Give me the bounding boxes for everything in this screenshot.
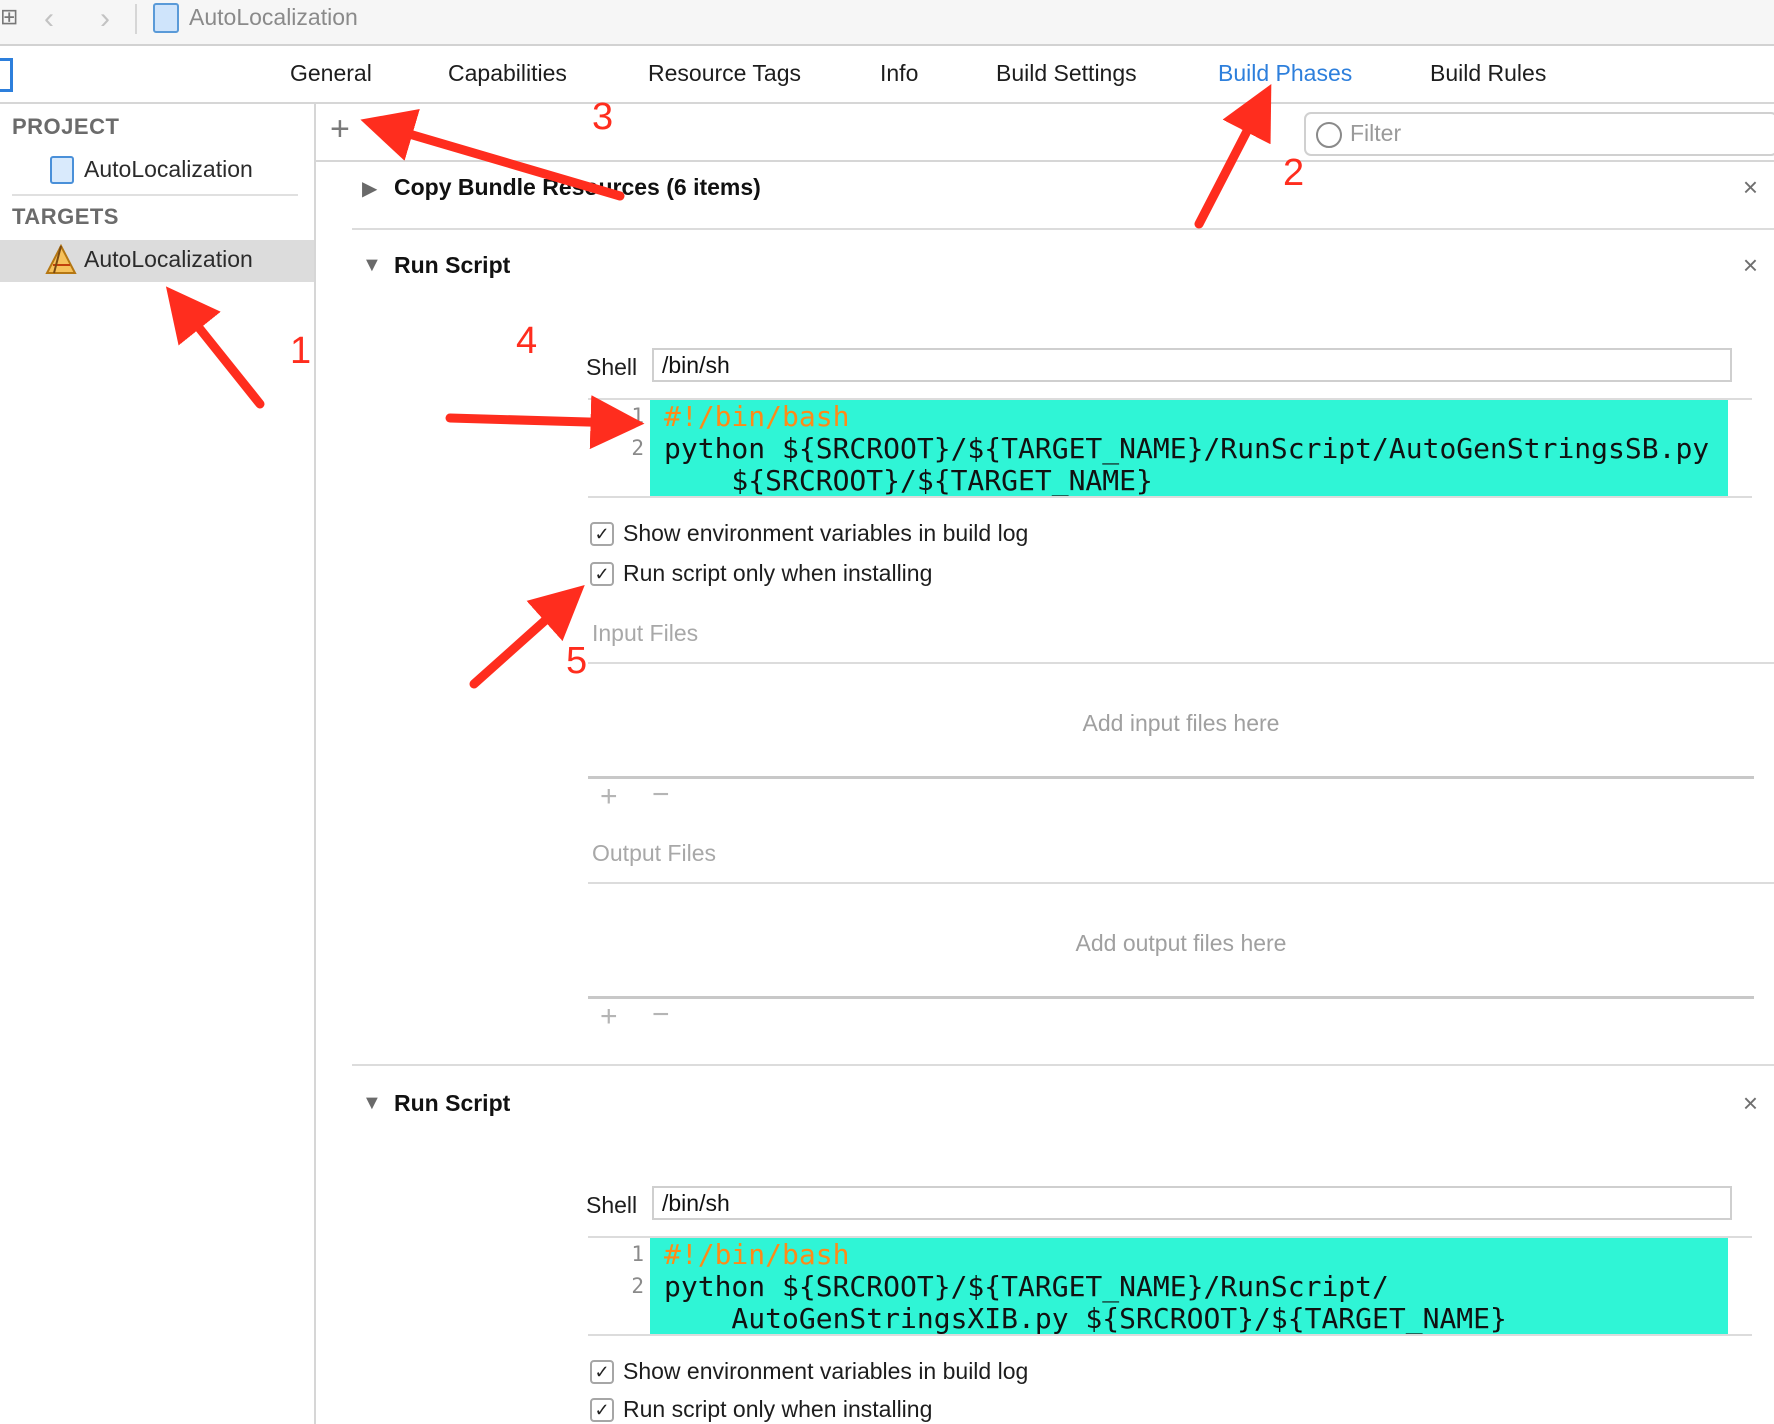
back-chevron-icon[interactable]: ‹ — [44, 2, 54, 36]
phase-header-copy-bundle-resources[interactable]: ▶ Copy Bundle Resources (6 items) × — [352, 158, 1774, 222]
build-phases-toolbar: + — [316, 104, 1774, 162]
editor-tab-bar: General Capabilities Resource Tags Info … — [0, 46, 1774, 104]
document-icon — [153, 3, 179, 33]
script-code-area[interactable]: #!/bin/bash python ${SRCROOT}/${TARGET_N… — [650, 400, 1728, 497]
code-line: #!/bin/bash — [664, 1238, 850, 1271]
shell-input[interactable] — [652, 348, 1732, 382]
minus-icon[interactable]: − — [652, 778, 670, 812]
annotation-number: 1 — [290, 330, 312, 372]
phase-title: Copy Bundle Resources (6 items) — [394, 174, 761, 200]
line-number: 1 — [631, 404, 644, 428]
script-editor[interactable]: 1 2 #!/bin/bash python ${SRCROOT}/${TARG… — [588, 400, 1752, 497]
disclosure-triangle-icon[interactable]: ▶ — [362, 176, 377, 201]
phase-divider — [352, 228, 1774, 230]
output-files-bottom-divider — [588, 996, 1754, 999]
plus-icon[interactable]: + — [600, 780, 618, 814]
output-files-placeholder: Add output files here — [1075, 930, 1287, 956]
app-target-icon — [44, 243, 78, 281]
tab-resource-tags[interactable]: Resource Tags — [648, 60, 801, 87]
targets-section-header: TARGETS — [12, 204, 119, 229]
code-line: AutoGenStringsXIB.py ${SRCROOT}/${TARGET… — [664, 1302, 1507, 1335]
install-only-label: Run script only when installing — [623, 560, 933, 586]
phase-divider — [352, 1064, 1774, 1066]
tab-info[interactable]: Info — [880, 60, 918, 87]
code-line: ${SRCROOT}/${TARGET_NAME} — [664, 464, 1153, 497]
code-bottom-divider — [588, 496, 1752, 498]
annotation-arrow-5 — [469, 585, 585, 689]
install-only-label: Run script only when installing — [623, 1396, 933, 1422]
code-line: python ${SRCROOT}/${TARGET_NAME}/RunScri… — [664, 1270, 1389, 1303]
plus-icon[interactable]: + — [330, 110, 350, 149]
minus-icon[interactable]: − — [652, 998, 670, 1032]
show-env-checkbox[interactable]: ✓ — [590, 522, 614, 546]
filter-field[interactable] — [1304, 112, 1774, 156]
project-target-sidebar: PROJECT AutoLocalization TARGETS AutoLoc… — [0, 104, 316, 1424]
phase-title: Run Script — [394, 1090, 511, 1116]
forward-chevron-icon[interactable]: › — [100, 2, 110, 36]
input-files-label: Input Files — [592, 620, 699, 646]
sidebar-item-project[interactable]: AutoLocalization — [0, 150, 314, 192]
window-toolbar: ⊞ ‹ › AutoLocalization — [0, 0, 1774, 46]
input-files-top-divider — [588, 662, 1774, 664]
output-files-top-divider — [588, 882, 1774, 884]
output-files-label: Output Files — [592, 840, 716, 866]
plus-icon[interactable]: + — [600, 1000, 618, 1034]
sidebar-item-target[interactable]: AutoLocalization — [0, 240, 314, 282]
code-line: python ${SRCROOT}/${TARGET_NAME}/RunScri… — [664, 432, 1710, 465]
project-file-icon — [50, 156, 74, 184]
disclosure-triangle-icon[interactable]: ▼ — [362, 1092, 382, 1115]
tab-build-settings[interactable]: Build Settings — [996, 60, 1137, 87]
sidebar-item-label: AutoLocalization — [84, 156, 253, 182]
close-icon[interactable]: × — [1743, 250, 1758, 281]
line-number-gutter: 1 2 — [588, 400, 650, 496]
tab-build-rules[interactable]: Build Rules — [1430, 60, 1546, 87]
show-env-checkbox[interactable]: ✓ — [590, 1360, 614, 1384]
shell-label: Shell — [586, 1192, 638, 1218]
phase-title: Run Script — [394, 252, 511, 278]
annotation-number: 4 — [516, 320, 538, 362]
code-bottom-divider — [588, 1334, 1752, 1336]
code-line: #!/bin/bash — [664, 400, 850, 433]
sidebar-toggle-icon[interactable] — [0, 58, 13, 92]
document-title[interactable]: AutoLocalization — [189, 4, 358, 31]
toolbar-divider — [135, 4, 137, 34]
sidebar-item-label: AutoLocalization — [84, 246, 253, 272]
shell-input[interactable] — [652, 1186, 1732, 1220]
line-number-gutter: 1 2 — [588, 1238, 650, 1334]
tab-general[interactable]: General — [290, 60, 372, 87]
script-code-area[interactable]: #!/bin/bash python ${SRCROOT}/${TARGET_N… — [650, 1238, 1728, 1335]
filter-input[interactable] — [1348, 119, 1752, 148]
sidebar-divider — [12, 194, 298, 196]
project-section-header: PROJECT — [12, 114, 120, 139]
grid-icon[interactable]: ⊞ — [0, 4, 18, 30]
line-number: 1 — [631, 1242, 644, 1266]
tab-build-phases[interactable]: Build Phases — [1218, 60, 1352, 87]
annotation-number: 2 — [1283, 152, 1305, 194]
line-number: 2 — [631, 1274, 644, 1298]
annotation-number: 3 — [592, 96, 614, 138]
filter-icon — [1316, 122, 1342, 148]
input-files-bottom-divider — [588, 776, 1754, 779]
install-only-checkbox[interactable]: ✓ — [590, 562, 614, 586]
show-env-label: Show environment variables in build log — [623, 1358, 1029, 1384]
shell-label: Shell — [586, 354, 638, 380]
input-files-placeholder: Add input files here — [1082, 710, 1280, 736]
phase-header-run-script[interactable]: ▼ Run Script × — [352, 236, 1774, 300]
phase-header-run-script[interactable]: ▼ Run Script × — [352, 1074, 1774, 1138]
script-editor[interactable]: 1 2 #!/bin/bash python ${SRCROOT}/${TARG… — [588, 1238, 1752, 1335]
show-env-label: Show environment variables in build log — [623, 520, 1029, 546]
line-number: 2 — [631, 436, 644, 460]
tab-capabilities[interactable]: Capabilities — [448, 60, 567, 87]
disclosure-triangle-icon[interactable]: ▼ — [362, 254, 382, 277]
close-icon[interactable]: × — [1743, 1088, 1758, 1119]
install-only-checkbox[interactable]: ✓ — [590, 1398, 614, 1422]
close-icon[interactable]: × — [1743, 172, 1758, 203]
annotation-number: 5 — [566, 640, 588, 682]
